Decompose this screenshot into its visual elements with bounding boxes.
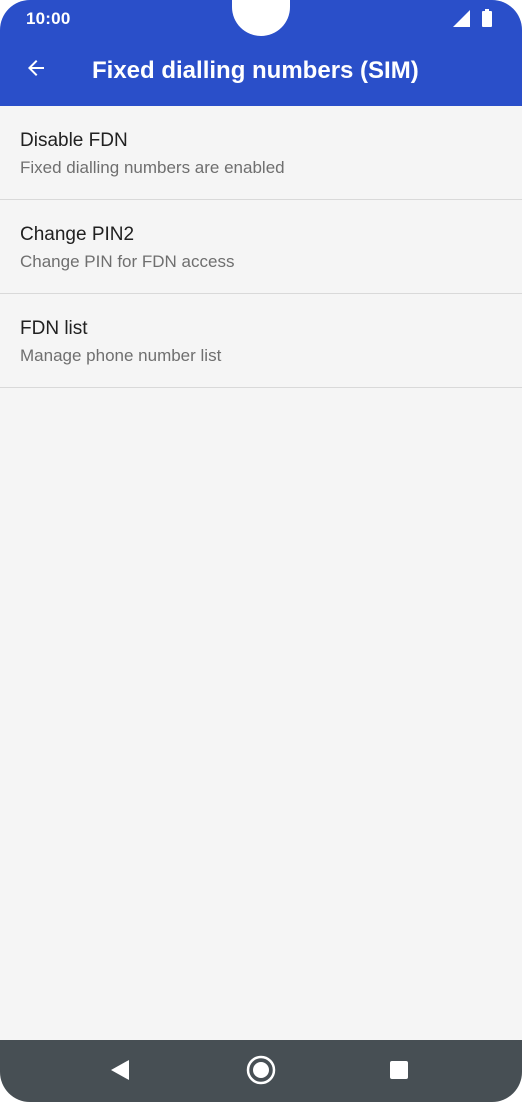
status-icons — [453, 9, 492, 32]
phone-screen: 10:00 Fixed dialling numbers (SIM) Disab… — [0, 0, 522, 1102]
camera-notch — [232, 0, 290, 36]
pref-summary: Fixed dialling numbers are enabled — [20, 158, 285, 177]
nav-back-triangle-icon — [110, 1059, 130, 1086]
nav-recents-square-icon — [389, 1060, 409, 1085]
pref-disable-fdn[interactable]: Disable FDN Fixed dialling numbers are e… — [0, 106, 522, 200]
nav-home-button[interactable] — [243, 1054, 279, 1090]
pref-fdn-list[interactable]: FDN list Manage phone number list — [0, 294, 522, 388]
battery-icon — [482, 9, 492, 32]
page-title: Fixed dialling numbers (SIM) — [92, 57, 419, 84]
pref-title: Change PIN2 — [20, 224, 135, 245]
pref-title: FDN list — [20, 318, 88, 339]
navigation-bar — [0, 1040, 522, 1102]
signal-icon — [453, 9, 470, 32]
pref-summary: Manage phone number list — [20, 346, 222, 365]
pref-change-pin2[interactable]: Change PIN2 Change PIN for FDN access — [0, 200, 522, 294]
nav-back-button[interactable] — [102, 1054, 138, 1090]
arrow-back-icon — [24, 56, 48, 85]
preference-list: Disable FDN Fixed dialling numbers are e… — [0, 106, 522, 388]
pref-summary: Change PIN for FDN access — [20, 252, 235, 271]
app-bar: Fixed dialling numbers (SIM) — [0, 36, 522, 106]
status-bar: 10:00 — [0, 0, 522, 36]
nav-home-circle-icon — [246, 1055, 276, 1090]
status-time: 10:00 — [26, 9, 71, 28]
back-button[interactable] — [14, 48, 58, 92]
nav-recents-button[interactable] — [381, 1054, 417, 1090]
pref-title: Disable FDN — [20, 130, 128, 151]
